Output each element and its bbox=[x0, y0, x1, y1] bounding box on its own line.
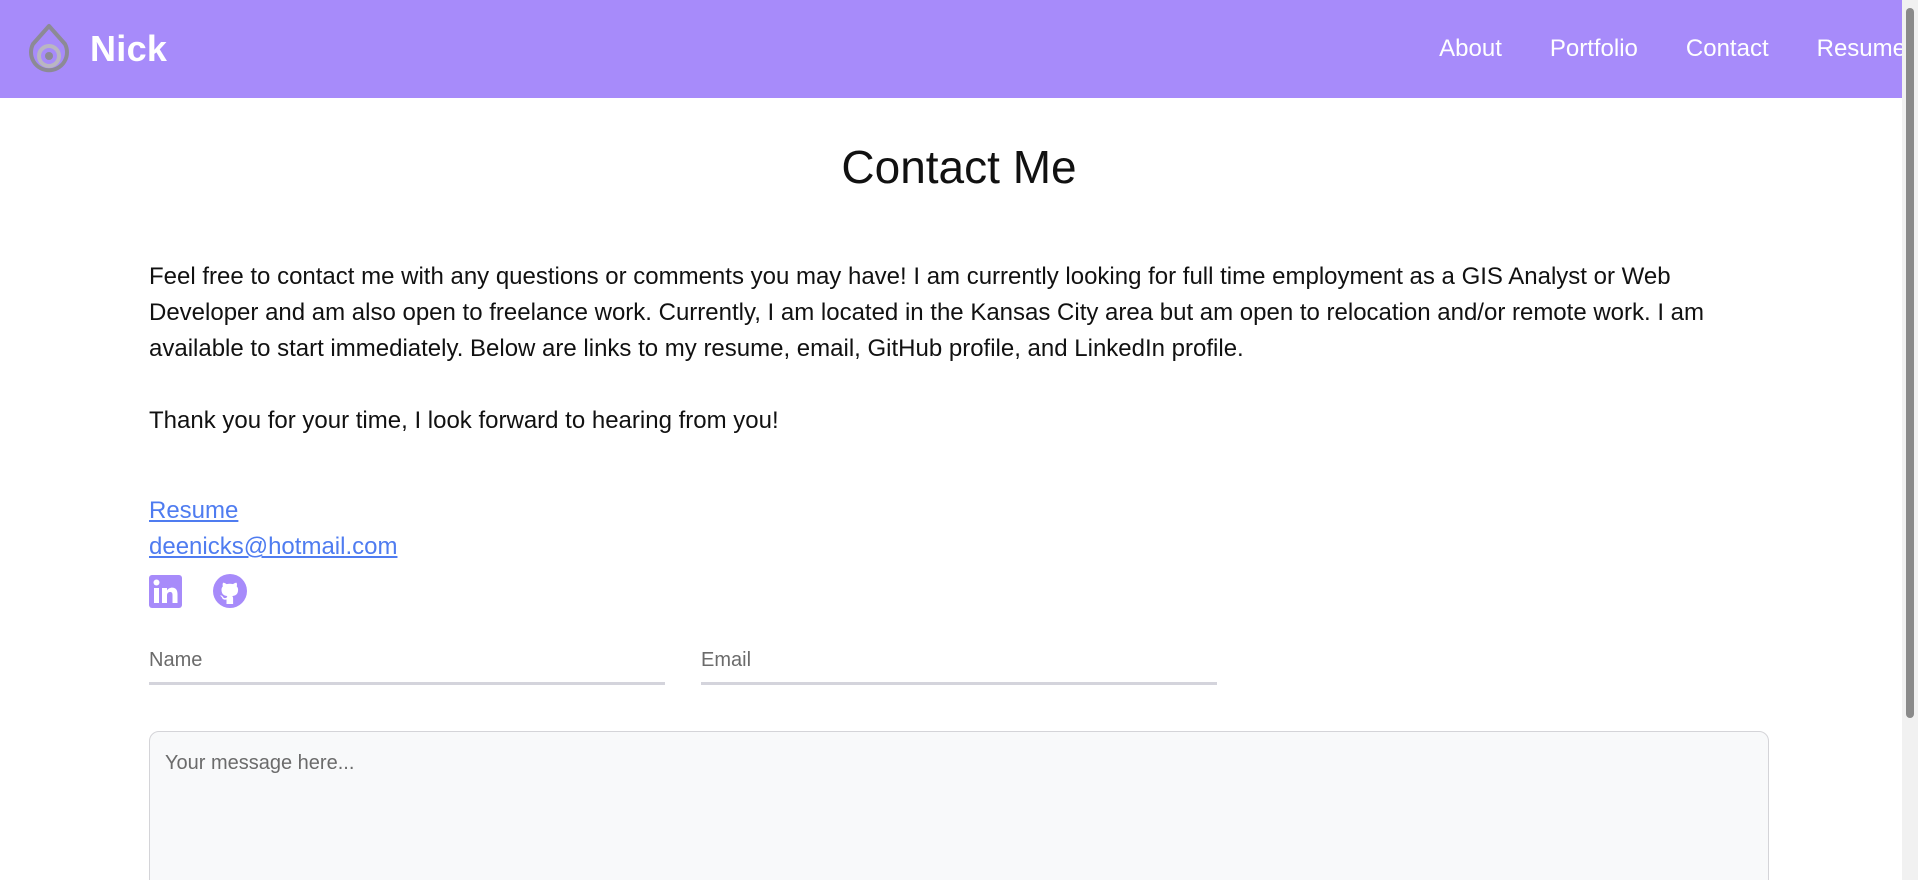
nav-link-contact[interactable]: Contact bbox=[1686, 35, 1769, 63]
main-content: Contact Me Feel free to contact me with … bbox=[149, 98, 1769, 880]
contact-form-row bbox=[149, 643, 1769, 686]
nav-link-resume[interactable]: Resume bbox=[1817, 35, 1906, 63]
contact-links: Resume deenicks@hotmail.com bbox=[149, 493, 1769, 565]
resume-link[interactable]: Resume bbox=[149, 493, 238, 529]
thanks-paragraph: Thank you for your time, I look forward … bbox=[149, 407, 779, 435]
name-input[interactable] bbox=[149, 643, 665, 686]
intro-paragraph: Feel free to contact me with any questio… bbox=[149, 263, 1705, 363]
github-icon[interactable] bbox=[212, 573, 248, 609]
scrollbar-thumb[interactable] bbox=[1906, 8, 1914, 718]
page-scrollbar[interactable] bbox=[1902, 0, 1918, 880]
top-navbar: Nick About Portfolio Contact Resume bbox=[0, 0, 1918, 98]
brand-home-link[interactable]: Nick bbox=[26, 23, 167, 75]
contact-page: Nick About Portfolio Contact Resume Cont… bbox=[0, 0, 1918, 880]
nav-link-portfolio[interactable]: Portfolio bbox=[1550, 35, 1638, 63]
social-links bbox=[149, 573, 1769, 609]
brand-name: Nick bbox=[90, 28, 168, 69]
email-link[interactable]: deenicks@hotmail.com bbox=[149, 529, 397, 565]
email-input[interactable] bbox=[701, 643, 1217, 686]
linkedin-icon[interactable] bbox=[149, 574, 182, 608]
droplet-logo-icon bbox=[26, 23, 72, 75]
nav-link-about[interactable]: About bbox=[1439, 35, 1502, 63]
message-textarea[interactable] bbox=[149, 731, 1769, 880]
nav-links: About Portfolio Contact Resume bbox=[1439, 35, 1906, 63]
page-title: Contact Me bbox=[841, 141, 1077, 193]
